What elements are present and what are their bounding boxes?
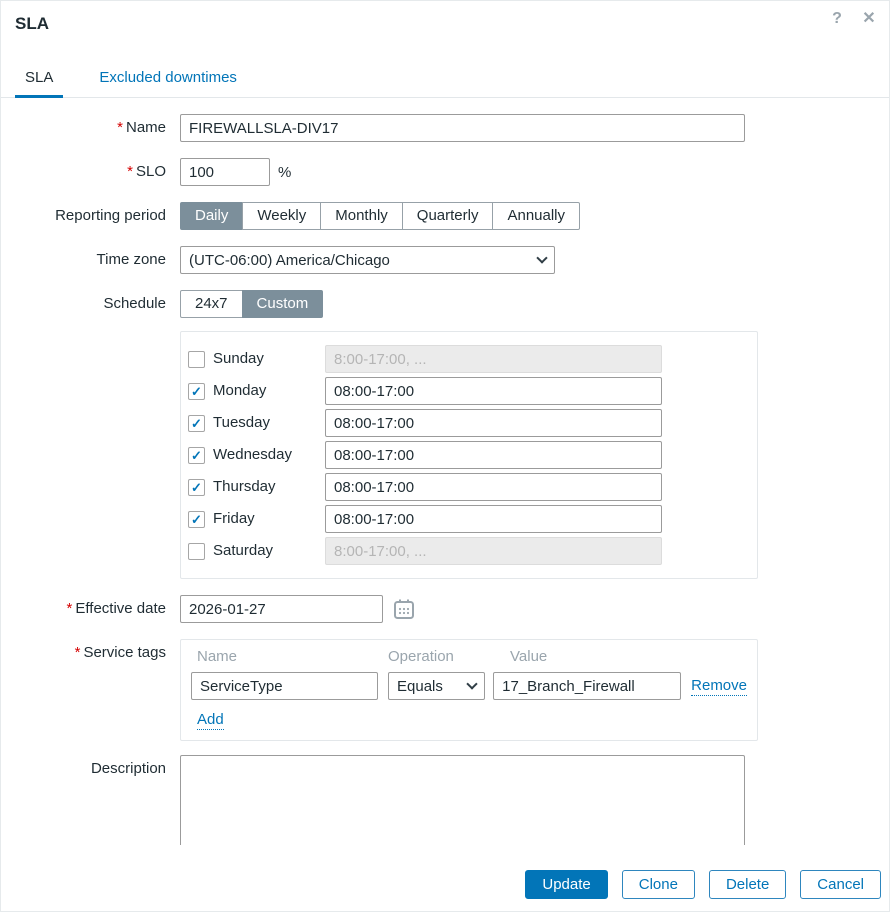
- description-clip: [180, 755, 747, 845]
- service-tags-label: * Service tags: [74, 644, 166, 661]
- sunday-label: Sunday: [213, 350, 264, 367]
- delete-button[interactable]: Delete: [708, 870, 787, 899]
- schedule-day-row-saturday: ✓ Saturday: [188, 537, 750, 565]
- tab-excluded-downtimes[interactable]: Excluded downtimes: [89, 61, 247, 97]
- friday-label: Friday: [213, 510, 255, 527]
- tag-name-input[interactable]: [191, 672, 378, 700]
- remove-tag-link[interactable]: Remove: [691, 677, 747, 696]
- tag-operation-select[interactable]: Equals: [388, 672, 486, 700]
- chevron-down-icon: [466, 678, 478, 690]
- effective-date-row: * Effective date: [15, 595, 875, 623]
- reporting-period-weekly[interactable]: Weekly: [242, 202, 322, 230]
- description-label: Description: [90, 760, 166, 777]
- schedule-24x7[interactable]: 24x7: [180, 290, 243, 318]
- service-tags-panel: Name Operation Value Equals Remove Add: [180, 639, 758, 741]
- check-icon: ✓: [191, 511, 202, 527]
- time-zone-select[interactable]: (UTC-06:00) America/Chicago: [180, 246, 555, 274]
- name-label: * Name: [117, 119, 166, 136]
- clone-button[interactable]: Clone: [621, 870, 695, 899]
- slo-label: * SLO: [127, 163, 166, 180]
- update-button[interactable]: Update: [525, 870, 608, 899]
- friday-checkbox[interactable]: ✓: [188, 510, 205, 528]
- time-zone-label: Time zone: [96, 251, 166, 268]
- tag-value-header: Value: [510, 648, 548, 665]
- monday-label: Monday: [213, 382, 267, 399]
- sunday-hours-input: [325, 345, 662, 373]
- reporting-period-row: Reporting period Daily Weekly Monthly Qu…: [15, 202, 875, 230]
- reporting-period-quarterly[interactable]: Quarterly: [401, 202, 494, 230]
- effective-date-input[interactable]: [180, 595, 383, 623]
- help-icon[interactable]: ?: [829, 9, 845, 29]
- required-mark: *: [117, 119, 123, 136]
- check-icon: ✓: [191, 415, 202, 431]
- schedule-row: Schedule 24x7 Custom: [15, 290, 875, 318]
- slo-percent-suffix: %: [278, 163, 292, 181]
- tab-bar: SLA Excluded downtimes: [1, 61, 889, 98]
- dialog-controls: ? ✕: [829, 9, 877, 29]
- cancel-button[interactable]: Cancel: [800, 870, 881, 899]
- thursday-hours-input[interactable]: [325, 473, 662, 501]
- description-textarea[interactable]: [180, 755, 745, 845]
- tab-sla[interactable]: SLA: [15, 61, 64, 98]
- schedule-day-row-wednesday: ✓ Wednesday: [188, 441, 750, 469]
- tuesday-checkbox[interactable]: ✓: [188, 414, 205, 432]
- reporting-period-segmented: Daily Weekly Monthly Quarterly Annually: [180, 202, 581, 230]
- schedule-day-row-sunday: ✓ Sunday: [188, 345, 750, 373]
- name-row: * Name: [15, 114, 875, 142]
- schedule-custom[interactable]: Custom: [241, 290, 324, 318]
- required-mark: *: [74, 644, 81, 661]
- close-icon[interactable]: ✕: [861, 9, 877, 29]
- required-mark: *: [66, 600, 73, 617]
- custom-schedule-panel: ✓ Sunday ✓ Monday ✓ Tuesday ✓ Wednesday …: [180, 331, 758, 579]
- wednesday-checkbox[interactable]: ✓: [188, 446, 205, 464]
- schedule-segmented: 24x7 Custom: [180, 290, 324, 318]
- reporting-period-daily[interactable]: Daily: [180, 202, 244, 230]
- thursday-checkbox[interactable]: ✓: [188, 478, 205, 496]
- reporting-period-annually[interactable]: Annually: [492, 202, 581, 230]
- schedule-day-row-monday: ✓ Monday: [188, 377, 750, 405]
- dialog-footer: Update Clone Delete Cancel: [525, 870, 881, 899]
- schedule-day-row-thursday: ✓ Thursday: [188, 473, 750, 501]
- effective-date-label: * Effective date: [66, 600, 166, 617]
- slo-input[interactable]: [180, 158, 270, 186]
- wednesday-label: Wednesday: [213, 446, 292, 463]
- chevron-down-icon: [536, 252, 548, 264]
- check-icon: ✓: [191, 479, 202, 495]
- wednesday-hours-input[interactable]: [325, 441, 662, 469]
- schedule-day-row-friday: ✓ Friday: [188, 505, 750, 533]
- required-mark: *: [127, 163, 133, 180]
- friday-hours-input[interactable]: [325, 505, 662, 533]
- saturday-checkbox[interactable]: ✓: [188, 542, 205, 560]
- monday-checkbox[interactable]: ✓: [188, 382, 205, 400]
- service-tags-header: Name Operation Value: [191, 648, 747, 665]
- service-tags-row: *Service tags Name Operation Value Equal…: [15, 639, 875, 741]
- add-tag-link[interactable]: Add: [197, 711, 224, 730]
- tag-operation-header: Operation: [388, 648, 454, 665]
- name-input[interactable]: [180, 114, 745, 142]
- schedule-label: Schedule: [103, 295, 166, 312]
- calendar-icon[interactable]: [393, 598, 415, 620]
- tag-name-header: Name: [197, 648, 238, 665]
- service-tag-row: Equals Remove: [191, 672, 747, 700]
- check-icon: ✓: [191, 447, 202, 463]
- check-icon: ✓: [191, 383, 202, 399]
- tag-value-input[interactable]: [493, 672, 682, 700]
- tuesday-hours-input[interactable]: [325, 409, 662, 437]
- time-zone-selected-value: (UTC-06:00) America/Chicago: [189, 251, 390, 269]
- monday-hours-input[interactable]: [325, 377, 662, 405]
- reporting-period-monthly[interactable]: Monthly: [320, 202, 403, 230]
- saturday-hours-input: [325, 537, 662, 565]
- saturday-label: Saturday: [213, 542, 274, 559]
- tag-operation-selected-value: Equals: [397, 677, 443, 695]
- slo-row: *SLO %: [15, 158, 875, 186]
- dialog-title: SLA: [15, 14, 49, 33]
- time-zone-row: Time zone (UTC-06:00) America/Chicago: [15, 246, 875, 274]
- sla-form: *Name *SLO % Reporting period Daily Week…: [1, 98, 889, 845]
- description-row: Description: [15, 755, 875, 845]
- sunday-checkbox[interactable]: ✓: [188, 350, 205, 368]
- reporting-period-label: Reporting period: [55, 207, 166, 224]
- schedule-day-row-tuesday: ✓ Tuesday: [188, 409, 750, 437]
- thursday-label: Thursday: [213, 478, 276, 495]
- tuesday-label: Tuesday: [213, 414, 270, 431]
